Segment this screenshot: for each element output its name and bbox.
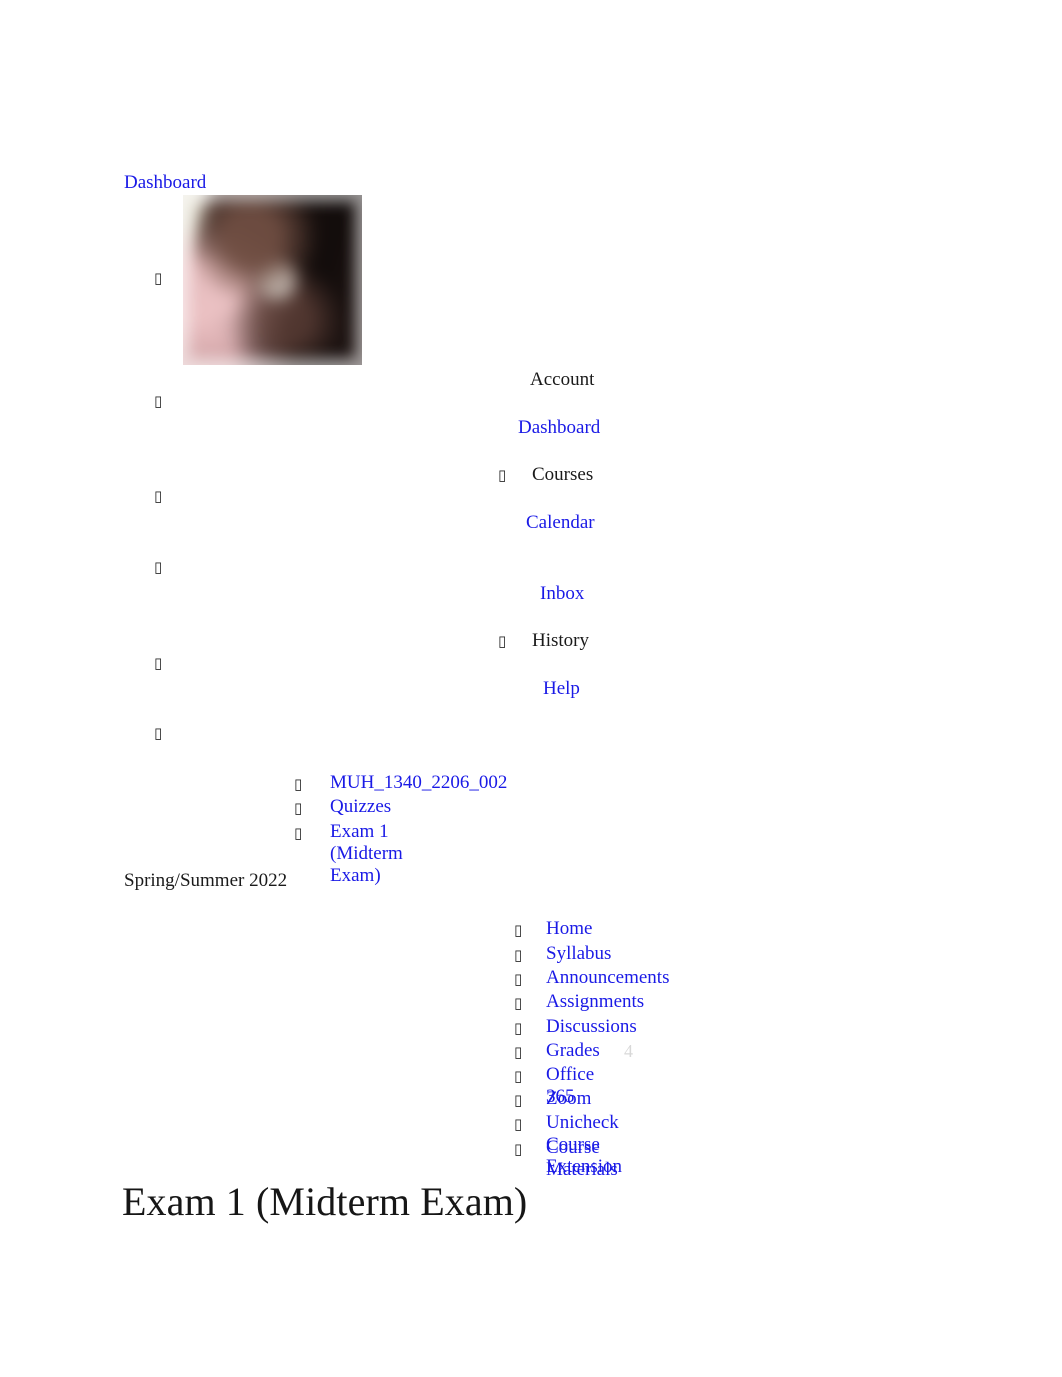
course-nav-label-grades: Grades	[546, 1040, 600, 1061]
course-nav-label-announcements: Announcements	[546, 967, 670, 988]
global-nav-label-courses: Courses	[532, 464, 594, 485]
breadcrumb-marker-icon	[294, 799, 302, 817]
breadcrumb-label-exam: Exam 1 (Midterm Exam)	[330, 821, 403, 886]
breadcrumb-marker-icon	[294, 775, 302, 793]
course-nav-label-course-materials: Course Materials	[546, 1137, 618, 1180]
global-nav-icon-dashboard[interactable]	[154, 392, 162, 410]
breadcrumb-marker-icon	[294, 824, 302, 842]
breadcrumb-label-course: MUH_1340_2206_002	[330, 772, 508, 793]
course-nav-label-zoom: Zoom	[546, 1088, 592, 1109]
global-nav-label-account: Account	[530, 369, 595, 390]
course-nav-marker-icon	[514, 1091, 522, 1109]
course-nav-label-discussions: Discussions	[546, 1016, 637, 1037]
course-nav-marker-icon	[514, 970, 522, 988]
global-nav-label-dashboard: Dashboard	[518, 417, 601, 438]
global-nav-label-calendar: Calendar	[526, 512, 595, 533]
global-nav-marker-history	[498, 632, 506, 650]
term-label: Spring/Summer 2022	[124, 870, 288, 891]
global-nav-icon-help[interactable]	[154, 724, 162, 742]
course-nav-marker-icon	[514, 921, 522, 939]
global-nav-icon-account[interactable]	[154, 269, 162, 287]
page-title: Exam 1 (Midterm Exam)	[122, 1179, 528, 1224]
course-nav-marker-icon	[514, 1115, 522, 1133]
grades-badge: 4	[624, 1041, 633, 1061]
course-nav-label-home: Home	[546, 918, 593, 939]
avatar	[183, 195, 362, 365]
course-nav-label-assignments: Assignments	[546, 991, 645, 1012]
global-nav-icon-inbox[interactable]	[154, 654, 162, 672]
document-page: Dashboard Account Dashboard Courses Cale…	[0, 0, 1062, 1377]
global-nav-icon-calendar[interactable]	[154, 558, 162, 576]
avatar-edge-fade	[183, 195, 362, 365]
course-nav-marker-icon	[514, 1067, 522, 1085]
course-nav-marker-icon	[514, 1043, 522, 1061]
top-dashboard-link[interactable]: Dashboard	[124, 172, 206, 194]
global-nav-label-history: History	[532, 630, 589, 651]
course-nav-marker-icon	[514, 1019, 522, 1037]
breadcrumb-label-quizzes: Quizzes	[330, 796, 392, 817]
course-nav-label-syllabus: Syllabus	[546, 943, 612, 964]
global-nav-marker-courses	[498, 466, 506, 484]
course-nav-marker-icon	[514, 1140, 522, 1158]
course-nav-marker-icon	[514, 946, 522, 964]
global-nav-label-inbox: Inbox	[540, 583, 585, 604]
global-nav-icon-courses[interactable]	[154, 487, 162, 505]
global-nav-label-help: Help	[543, 678, 580, 699]
course-nav-marker-icon	[514, 994, 522, 1012]
